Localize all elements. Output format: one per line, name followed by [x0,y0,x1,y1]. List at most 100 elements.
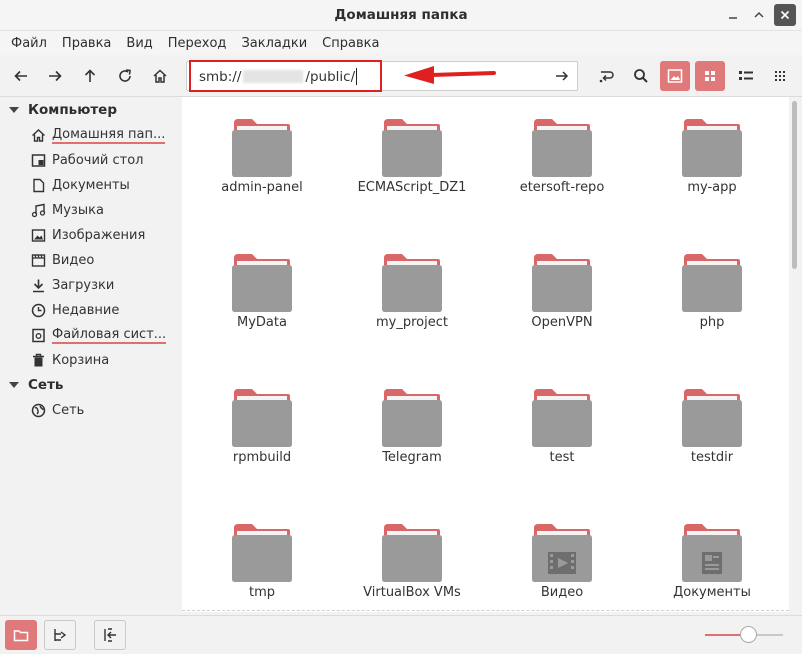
file-item[interactable]: testdir [637,367,787,497]
sidebar-section-computer[interactable]: Компьютер [8,98,117,122]
sidebar-item-trash[interactable]: Корзина [30,348,180,373]
download-icon [32,279,44,293]
sidebar-item-label: Музыка [52,203,104,218]
menu-view[interactable]: Вид [118,36,159,51]
film-icon [548,552,576,574]
maximize-icon [754,11,764,18]
folder-icon [682,119,742,177]
folder-icon [13,630,29,642]
file-item[interactable]: my-app [637,97,787,227]
reload-button[interactable] [110,61,140,91]
file-name: Документы [673,585,751,600]
file-item[interactable]: admin-panel [187,97,337,227]
list-view-button[interactable] [731,61,761,91]
folder-icon [232,119,292,177]
file-name: etersoft-repo [519,180,605,195]
sidebar-item-home[interactable]: Домашняя пап... [30,123,180,148]
sidebar-item-downloads[interactable]: Загрузки [30,273,180,298]
sidebar-item-label: Изображения [52,228,146,243]
search-button[interactable] [626,61,656,91]
back-button[interactable] [6,61,36,91]
file-name: admin-panel [221,180,303,195]
maximize-button[interactable] [748,4,770,26]
up-button[interactable] [75,61,105,91]
file-name: Видео [540,585,584,600]
file-item[interactable]: MyData [187,232,337,362]
folder-icon [682,389,742,447]
menu-bookmarks[interactable]: Закладки [233,36,314,51]
folder-videos-icon [532,524,592,582]
toggle-sidebar-button[interactable] [94,620,126,650]
icon-view-button[interactable] [695,61,725,91]
file-item[interactable]: OpenVPN [487,232,637,362]
video-icon [31,254,45,267]
folder-icon [682,254,742,312]
zoom-slider-knob[interactable] [739,626,757,643]
toggle-location-button[interactable] [592,61,622,91]
file-name: VirtualBox VMs [363,585,461,600]
sidebar-item-music[interactable]: Музыка [30,198,180,223]
file-item[interactable]: rpmbuild [187,367,337,497]
file-item[interactable]: test [487,367,637,497]
sidebar-item-filesystem[interactable]: Файловая сист... [30,323,180,348]
sidebar-section-label: Сеть [28,377,64,393]
folder-icon [382,389,442,447]
compact-view-button[interactable] [765,61,795,91]
desktop-icon [31,154,45,167]
sidebar-item-label: Загрузки [52,278,115,293]
sidebar-item-documents[interactable]: Документы [30,173,180,198]
folder-icon [382,119,442,177]
sidebar-item-label: Файловая сист... [52,327,167,344]
arrow-up-icon [84,69,96,82]
home-icon [31,129,45,142]
menu-help[interactable]: Справка [314,36,386,51]
sidebar-places-button[interactable] [5,620,37,650]
file-item[interactable]: tmp [187,502,337,612]
image-icon [667,69,683,83]
scrollbar[interactable] [789,97,802,612]
close-icon [780,10,790,20]
annotation-highlight-box [189,60,382,92]
menu-go[interactable]: Переход [160,36,234,51]
clock-icon [31,303,45,318]
folder-icon [532,389,592,447]
folder-icon [532,119,592,177]
file-item[interactable]: etersoft-repo [487,97,637,227]
sidebar-tree-button[interactable] [44,620,76,650]
file-item[interactable]: Видео [487,502,637,612]
drive-icon [31,328,45,343]
sidebar-section-network[interactable]: Сеть [8,373,63,397]
reload-icon [119,69,131,82]
image-icon [31,229,45,242]
grid-icon [705,71,715,81]
zoom-slider[interactable] [705,626,783,643]
close-button[interactable] [774,4,796,26]
home-icon [153,69,167,83]
sidebar-item-pictures[interactable]: Изображения [30,223,180,248]
minimize-button[interactable] [722,4,744,26]
sidebar-item-videos[interactable]: Видео [30,248,180,273]
tree-icon [54,629,67,641]
menu-file[interactable]: Файл [3,36,54,51]
folder-icon [532,254,592,312]
file-item[interactable]: VirtualBox VMs [337,502,487,612]
show-thumbnails-button[interactable] [660,61,690,91]
forward-button[interactable] [40,61,70,91]
sidebar-item-label: Корзина [52,353,110,368]
file-item[interactable]: my_project [337,232,487,362]
sidebar-item-label: Домашняя пап... [52,127,166,144]
scrollbar-thumb[interactable] [792,101,797,269]
sidebar-item-network[interactable]: Сеть [30,398,180,423]
file-item[interactable]: php [637,232,787,362]
file-item[interactable]: Документы [637,502,787,612]
file-name: testdir [690,450,734,465]
sidebar-item-desktop[interactable]: Рабочий стол [30,148,180,173]
file-item[interactable]: Telegram [337,367,487,497]
home-button[interactable] [145,61,175,91]
sidebar-item-recent[interactable]: Недавние [30,298,180,323]
menu-edit[interactable]: Правка [54,36,118,51]
file-item[interactable]: ECMAScript_DZ1 [337,97,487,227]
status-bar [0,615,802,654]
go-button[interactable] [555,69,569,87]
list-icon [739,71,753,80]
